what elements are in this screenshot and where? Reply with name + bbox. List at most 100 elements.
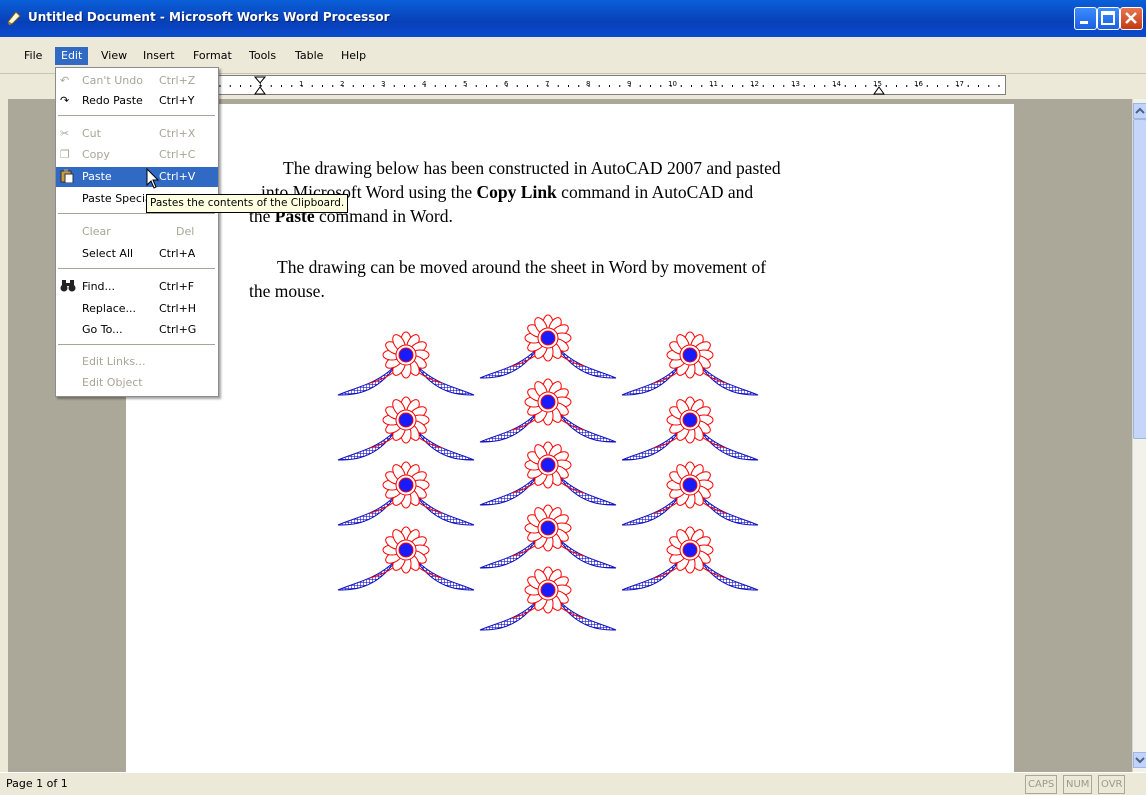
ruler-label: 16 [914, 80, 923, 88]
flower-motif [621, 331, 759, 396]
scissors-icon: ✂ [60, 127, 70, 140]
paragraph-2-line-1: The drawing can be moved around the shee… [277, 257, 767, 277]
flower-motif [621, 461, 759, 526]
menu-help[interactable]: Help [335, 47, 372, 65]
paragraph-1-line-1: The drawing below has been constructed i… [283, 158, 781, 178]
flower-motif [479, 441, 617, 506]
menu-item-replace[interactable]: Replace... Ctrl+H [56, 299, 218, 319]
ruler-label: 12 [750, 80, 759, 88]
menu-item-label: Cut [82, 127, 101, 140]
paragraph-2-line-2: the mouse. [249, 281, 325, 301]
window-title: Untitled Document - Microsoft Works Word… [28, 10, 390, 24]
minimize-button[interactable] [1074, 7, 1097, 30]
clipboard-icon [60, 169, 76, 185]
ruler-label: 8 [586, 80, 591, 88]
menu-tools[interactable]: Tools [243, 47, 282, 65]
scroll-down-button[interactable] [1133, 752, 1146, 768]
menu-item-shortcut: Ctrl+F [159, 280, 195, 293]
ovr-indicator: OVR [1098, 775, 1126, 794]
menu-item-shortcut: Ctrl+H [159, 302, 197, 315]
menu-item-clear[interactable]: Clear Del [56, 222, 218, 242]
menu-item-label: Edit Object [82, 376, 143, 389]
ruler-label: 3 [381, 80, 386, 88]
minimize-icon [1080, 21, 1088, 24]
menu-separator [58, 115, 215, 116]
menu-item-edit-links[interactable]: Edit Links... [56, 352, 218, 372]
menu-view[interactable]: View [95, 47, 133, 65]
menu-table[interactable]: Table [289, 47, 329, 65]
undo-icon: ↶ [60, 74, 70, 87]
ruler-label: 1 [299, 80, 304, 88]
flower-motif [479, 566, 617, 631]
binoculars-icon [60, 279, 76, 295]
scroll-thumb[interactable] [1133, 119, 1146, 439]
pasted-autocad-drawing[interactable] [330, 310, 770, 650]
flower-motif [621, 526, 759, 591]
menu-item-label: Redo Paste [82, 94, 143, 107]
flower-motif [337, 461, 475, 526]
menu-item-label: Edit Links... [82, 355, 146, 368]
menu-item-shortcut: Ctrl+Z [159, 74, 196, 87]
menu-item-select-all[interactable]: Select All Ctrl+A [56, 244, 218, 264]
menu-item-go-to[interactable]: Go To... Ctrl+G [56, 320, 218, 340]
menu-item-copy[interactable]: ❐ Copy Ctrl+C [56, 145, 218, 165]
menu-item-shortcut: Ctrl+Y [159, 94, 195, 107]
ruler-label: 10 [668, 80, 677, 88]
menu-item-undo[interactable]: ↶ Can't Undo Ctrl+Z [56, 71, 218, 91]
mouse-pointer-icon [146, 168, 160, 189]
horizontal-ruler[interactable]: 1 1 2 3 4 5 6 7 8 9 10 11 12 13 14 15 16 17 [126, 75, 1006, 95]
right-indent-marker-icon[interactable] [873, 76, 885, 96]
close-button[interactable] [1120, 7, 1143, 30]
status-bar: Page 1 of 1 CAPS NUM OVR [0, 772, 1146, 795]
menu-item-edit-object[interactable]: Edit Object [56, 373, 218, 393]
menu-item-label: Copy [82, 148, 110, 161]
flower-motif [337, 526, 475, 591]
ruler-label: 4 [422, 80, 427, 88]
menu-separator [58, 344, 215, 345]
maximize-button[interactable] [1097, 7, 1120, 30]
menu-file[interactable]: File [18, 47, 48, 65]
text-run: command in AutoCAD and [556, 182, 754, 202]
redo-icon: ↷ [60, 94, 70, 107]
menu-item-shortcut: Ctrl+A [159, 247, 196, 260]
flower-motif [479, 378, 617, 443]
title-bar: Untitled Document - Microsoft Works Word… [0, 0, 1146, 37]
menu-item-shortcut: Ctrl+C [159, 148, 196, 161]
maximize-icon [1101, 11, 1115, 25]
ruler-label: 17 [955, 80, 964, 88]
menu-item-shortcut: Ctrl+X [159, 127, 196, 140]
menu-item-paste[interactable]: Paste Ctrl+V [56, 167, 218, 187]
menu-insert[interactable]: Insert [137, 47, 181, 65]
menu-item-find[interactable]: Find... Ctrl+F [56, 277, 218, 297]
menu-item-shortcut: Ctrl+G [159, 323, 197, 336]
ruler-label: 5 [463, 80, 468, 88]
ruler-label: 14 [832, 80, 841, 88]
close-icon [1125, 12, 1137, 24]
ruler-label: 11 [709, 80, 718, 88]
ruler-label: 6 [504, 80, 509, 88]
scroll-up-button[interactable] [1133, 103, 1146, 119]
works-app-icon[interactable] [6, 10, 22, 26]
menu-item-shortcut: Ctrl+V [159, 170, 196, 183]
indent-marker-icon[interactable] [254, 76, 266, 96]
menu-item-label: Can't Undo [82, 74, 143, 87]
ruler-label: 13 [791, 80, 800, 88]
menu-item-cut[interactable]: ✂ Cut Ctrl+X [56, 124, 218, 144]
menu-item-redo[interactable]: ↷ Redo Paste Ctrl+Y [56, 91, 218, 111]
menu-item-label: Select All [82, 247, 134, 260]
menu-item-label: Find... [82, 280, 116, 293]
menu-edit[interactable]: Edit [55, 47, 89, 65]
ruler-label: 2 [340, 80, 345, 88]
bold-copy-link: Copy Link [476, 182, 557, 202]
tooltip: Pastes the contents of the Clipboard. [146, 194, 349, 213]
flower-motif [479, 314, 617, 379]
menu-item-label: Paste [82, 170, 112, 183]
chevron-up-icon [1135, 107, 1145, 114]
flower-motif [621, 396, 759, 461]
page-indicator: Page 1 of 1 [6, 777, 68, 790]
menu-format[interactable]: Format [187, 47, 238, 65]
menu-item-shortcut: Del [176, 225, 195, 238]
vertical-scrollbar[interactable] [1132, 99, 1146, 772]
menu-separator [58, 268, 215, 269]
copy-icon: ❐ [60, 148, 70, 161]
